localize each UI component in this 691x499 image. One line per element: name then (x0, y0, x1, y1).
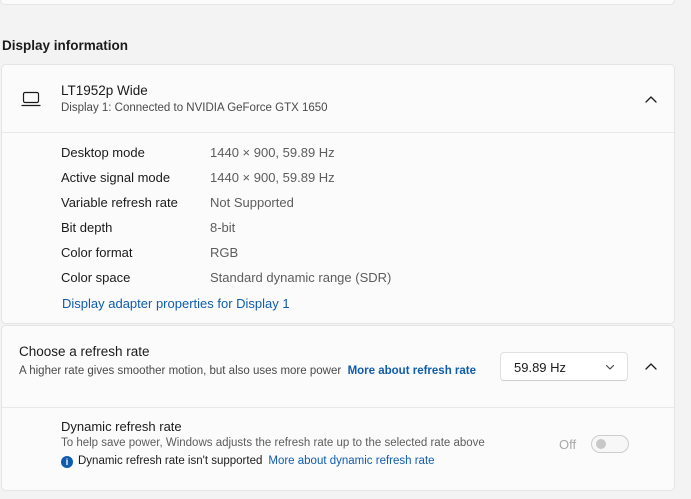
display-info-card: LT1952p Wide Display 1: Connected to NVI… (1, 64, 675, 324)
dynamic-refresh-rate-note-text: Dynamic refresh rate isn't supported (78, 455, 263, 467)
spec-value: 1440 × 900, 59.89 Hz (210, 145, 335, 160)
chevron-up-icon[interactable] (643, 92, 659, 108)
spec-value: RGB (210, 245, 239, 260)
spec-label: Color format (61, 245, 133, 260)
dynamic-refresh-rate-title: Dynamic refresh rate (61, 419, 182, 434)
refresh-rate-description-text: A higher rate gives smoother motion, but… (19, 365, 342, 377)
display-info-header[interactable]: LT1952p Wide Display 1: Connected to NVI… (2, 65, 674, 133)
spec-value: 8-bit (210, 220, 236, 235)
display-adapter-properties-link[interactable]: Display adapter properties for Display 1 (62, 296, 290, 311)
spec-label: Bit depth (61, 220, 113, 235)
chevron-down-icon (605, 364, 615, 370)
dynamic-refresh-rate-note: i Dynamic refresh rate isn't supported Mor… (61, 455, 435, 468)
display-name: LT1952p Wide (61, 83, 148, 98)
refresh-rate-card: Choose a refresh rate A higher rate give… (1, 325, 675, 491)
dynamic-refresh-rate-description: To help save power, Windows adjusts the … (61, 437, 485, 449)
refresh-rate-dropdown[interactable]: 59.89 Hz (500, 352, 628, 381)
refresh-rate-title: Choose a refresh rate (19, 344, 150, 359)
more-about-refresh-rate-link[interactable]: More about refresh rate (348, 365, 476, 377)
settings-page: Display information LT1952p Wide Display… (0, 0, 691, 499)
section-heading: Display information (2, 38, 129, 53)
spec-value: 1440 × 900, 59.89 Hz (210, 170, 335, 185)
spec-label: Desktop mode (61, 145, 145, 160)
spec-value: Standard dynamic range (SDR) (210, 270, 392, 285)
previous-card-edge (0, 0, 675, 5)
display-connection: Display 1: Connected to NVIDIA GeForce G… (61, 102, 328, 114)
chevron-up-icon[interactable] (643, 359, 659, 375)
toggle-knob (596, 439, 606, 449)
refresh-rate-selected: 59.89 Hz (514, 360, 567, 375)
spec-value: Not Supported (210, 195, 294, 210)
info-icon: i (61, 456, 73, 468)
refresh-rate-description: A higher rate gives smoother motion, but… (19, 363, 489, 379)
spec-label: Active signal mode (61, 170, 171, 185)
spec-label: Variable refresh rate (61, 195, 178, 210)
toggle-state-label: Off (559, 437, 577, 452)
monitor-icon (21, 91, 41, 107)
spec-label: Color space (61, 270, 131, 285)
refresh-rate-header: Choose a refresh rate A higher rate give… (2, 326, 674, 408)
more-about-dynamic-refresh-rate-link[interactable]: More about dynamic refresh rate (268, 455, 434, 467)
dynamic-refresh-rate-toggle[interactable] (591, 435, 629, 453)
